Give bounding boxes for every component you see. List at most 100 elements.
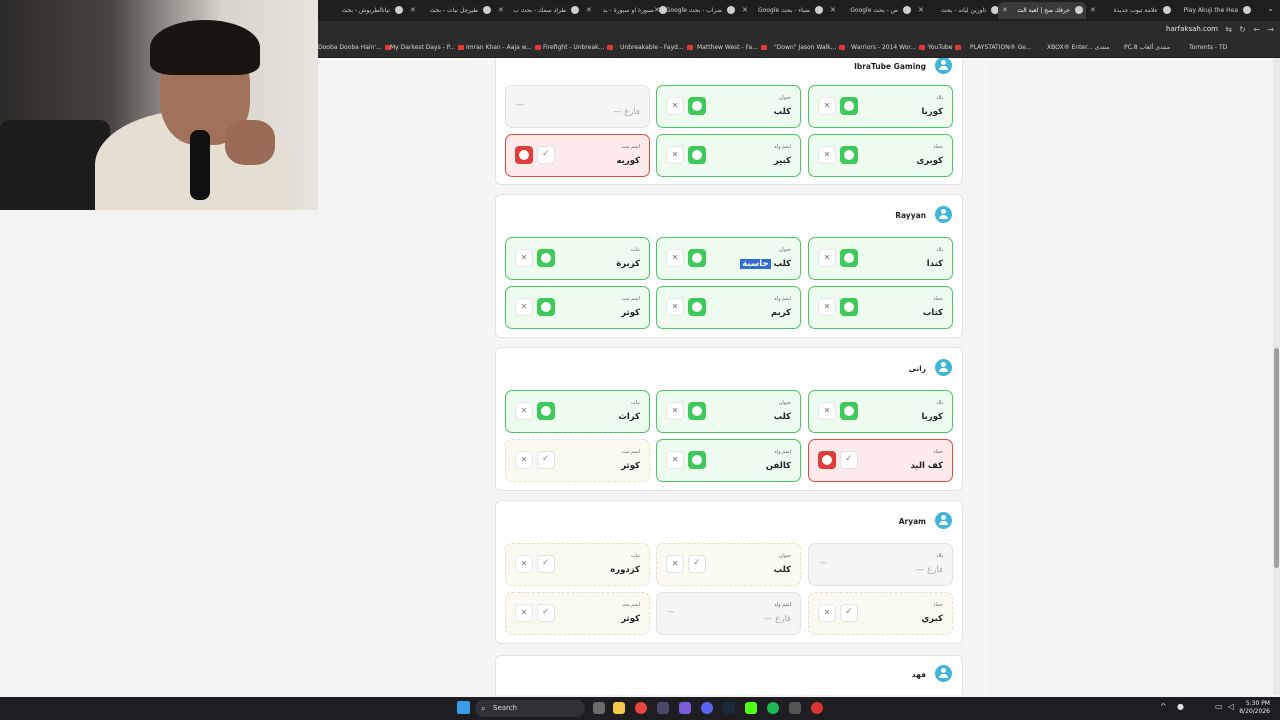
tab[interactable]: تيانالطريوش - بحث <box>318 2 406 19</box>
tray-chevron-icon[interactable]: ^ <box>1160 702 1167 711</box>
reject-button[interactable]: ✕ <box>515 249 533 267</box>
close-icon[interactable]: ✕ <box>586 2 592 19</box>
tab[interactable]: ✕ تاوزين لياند - بحث <box>914 2 1002 19</box>
stream-app-icon[interactable] <box>745 702 757 714</box>
scrollbar-thumb[interactable] <box>1274 348 1279 568</box>
accept-button[interactable]: ✓ <box>537 146 555 164</box>
reject-button[interactable]: ✕ <box>818 97 836 115</box>
bookmark[interactable]: "Down" Jason Walk... <box>774 44 846 51</box>
reject-button[interactable]: ✕ <box>818 402 836 420</box>
bookmark[interactable]: Firefight - Unbreak... <box>543 44 614 51</box>
tab[interactable]: ✕ ضباء - بحث Google <box>738 2 826 19</box>
close-icon[interactable]: ✕ <box>1002 2 1008 19</box>
reject-button[interactable]: ✕ <box>515 555 533 573</box>
bookmark[interactable]: Warriors - 2014 Wor... <box>851 44 926 51</box>
tab[interactable]: ✕ ض - بحث Google <box>826 2 914 19</box>
close-icon[interactable]: ✕ <box>830 2 836 19</box>
accept-button[interactable] <box>688 146 706 164</box>
reject-button[interactable]: ✕ <box>666 97 684 115</box>
accept-button[interactable] <box>537 249 555 267</box>
translate-icon[interactable]: ⇆ <box>1225 25 1232 34</box>
reject-button[interactable]: ✕ <box>515 604 533 622</box>
reject-button[interactable]: ✕ <box>515 451 533 469</box>
accept-button[interactable] <box>840 97 858 115</box>
bookmark[interactable]: PC.8 منتدى ألعاب <box>1124 44 1170 51</box>
taskbar-search[interactable]: ⌕ Search <box>475 700 585 717</box>
tab[interactable]: Play Akuji the Hea <box>1166 2 1254 19</box>
close-icon[interactable]: ✕ <box>742 2 748 19</box>
reject-button[interactable]: ✕ <box>818 298 836 316</box>
reject-button[interactable]: ✕ <box>515 402 533 420</box>
windows-start-icon[interactable] <box>457 701 470 714</box>
close-icon[interactable]: ✕ <box>498 2 504 19</box>
back-icon[interactable]: ← <box>1253 25 1260 34</box>
accept-button[interactable]: ✓ <box>688 555 706 573</box>
task-view-icon[interactable] <box>593 702 605 714</box>
accept-button[interactable] <box>840 402 858 420</box>
spotify-icon[interactable] <box>767 702 779 714</box>
accept-button[interactable] <box>537 402 555 420</box>
close-icon[interactable]: ✕ <box>410 2 416 19</box>
url-text[interactable]: harfaksah.com <box>1166 25 1218 33</box>
accept-button[interactable]: ✓ <box>840 604 858 622</box>
accept-button[interactable]: ✓ <box>537 555 555 573</box>
record-icon[interactable] <box>811 702 823 714</box>
accept-button[interactable] <box>688 451 706 469</box>
bookmark[interactable]: Imran Khan - Aaja w... <box>466 44 541 51</box>
tab[interactable]: ✕ طراد سمك - بحث ب <box>494 2 582 19</box>
bookmark[interactable]: XBOX® Enter... منتدى <box>1047 44 1109 51</box>
discord-icon[interactable] <box>701 702 713 714</box>
bookmark[interactable]: PLAYSTATION® Ge... <box>970 44 1032 51</box>
tab[interactable]: ✕ ضراب - بحث Google <box>650 2 738 19</box>
accept-button[interactable]: ✓ <box>840 451 858 469</box>
tab-active[interactable]: ✕ حرفك صح | لعبة الث <box>998 2 1086 19</box>
bookmark[interactable]: Dooba Dooba Hain'... <box>318 44 391 51</box>
scrollbar[interactable] <box>1273 58 1280 695</box>
app-icon[interactable] <box>679 702 691 714</box>
accept-button[interactable] <box>840 249 858 267</box>
reject-button[interactable]: ✕ <box>818 146 836 164</box>
tab-list-icon[interactable]: ⌄ <box>1267 4 1274 13</box>
accept-button[interactable] <box>537 298 555 316</box>
reject-button[interactable]: ✕ <box>515 298 533 316</box>
accept-button[interactable] <box>688 249 706 267</box>
close-icon[interactable]: ✕ <box>1090 2 1096 19</box>
reject-button[interactable]: ✕ <box>666 298 684 316</box>
reject-button[interactable]: ✕ <box>666 451 684 469</box>
accept-button[interactable] <box>688 97 706 115</box>
close-icon[interactable]: ✕ <box>654 2 660 19</box>
file-explorer-icon[interactable] <box>613 702 625 714</box>
reject-button[interactable]: ✕ <box>818 604 836 622</box>
accept-button[interactable] <box>840 146 858 164</box>
accept-button[interactable] <box>688 402 706 420</box>
bookmark[interactable]: YouTube <box>928 44 962 51</box>
app-icon[interactable] <box>657 702 669 714</box>
close-icon[interactable]: ✕ <box>918 2 924 19</box>
accept-button[interactable]: ✓ <box>537 451 555 469</box>
bookmark[interactable]: Torrents - TD <box>1189 44 1227 51</box>
obs-icon[interactable] <box>789 702 801 714</box>
bookmark[interactable]: Matthew West - Fa... <box>697 44 767 51</box>
network-icon[interactable]: ▭ <box>1215 702 1223 711</box>
forward-icon[interactable]: → <box>1267 25 1274 34</box>
reject-button[interactable]: ✕ <box>666 146 684 164</box>
reject-button[interactable] <box>818 451 836 469</box>
microphone-icon[interactable]: ● <box>1177 702 1184 711</box>
clock[interactable]: 5:30 PM 8/20/2026 <box>1239 700 1270 716</box>
reload-icon[interactable]: ↻ <box>1239 25 1246 34</box>
accept-button[interactable] <box>840 298 858 316</box>
reject-button[interactable]: ✕ <box>666 402 684 420</box>
chrome-icon[interactable] <box>635 702 647 714</box>
reject-button[interactable]: ✕ <box>666 249 684 267</box>
tab[interactable]: ✕ طيرجل نبات - بحث <box>406 2 494 19</box>
volume-icon[interactable]: ◁ <box>1228 702 1234 711</box>
reject-button[interactable] <box>515 146 533 164</box>
tab[interactable]: ✕ علامة تيوب جديدة <box>1086 2 1174 19</box>
accept-button[interactable] <box>688 298 706 316</box>
accept-button[interactable]: ✓ <box>537 604 555 622</box>
bookmark[interactable]: Unbreakable - Fayd... <box>620 44 693 51</box>
reject-button[interactable]: ✕ <box>818 249 836 267</box>
reject-button[interactable]: ✕ <box>666 555 684 573</box>
bookmark[interactable]: My Darkest Days - P... <box>390 44 465 51</box>
steam-icon[interactable] <box>723 702 735 714</box>
